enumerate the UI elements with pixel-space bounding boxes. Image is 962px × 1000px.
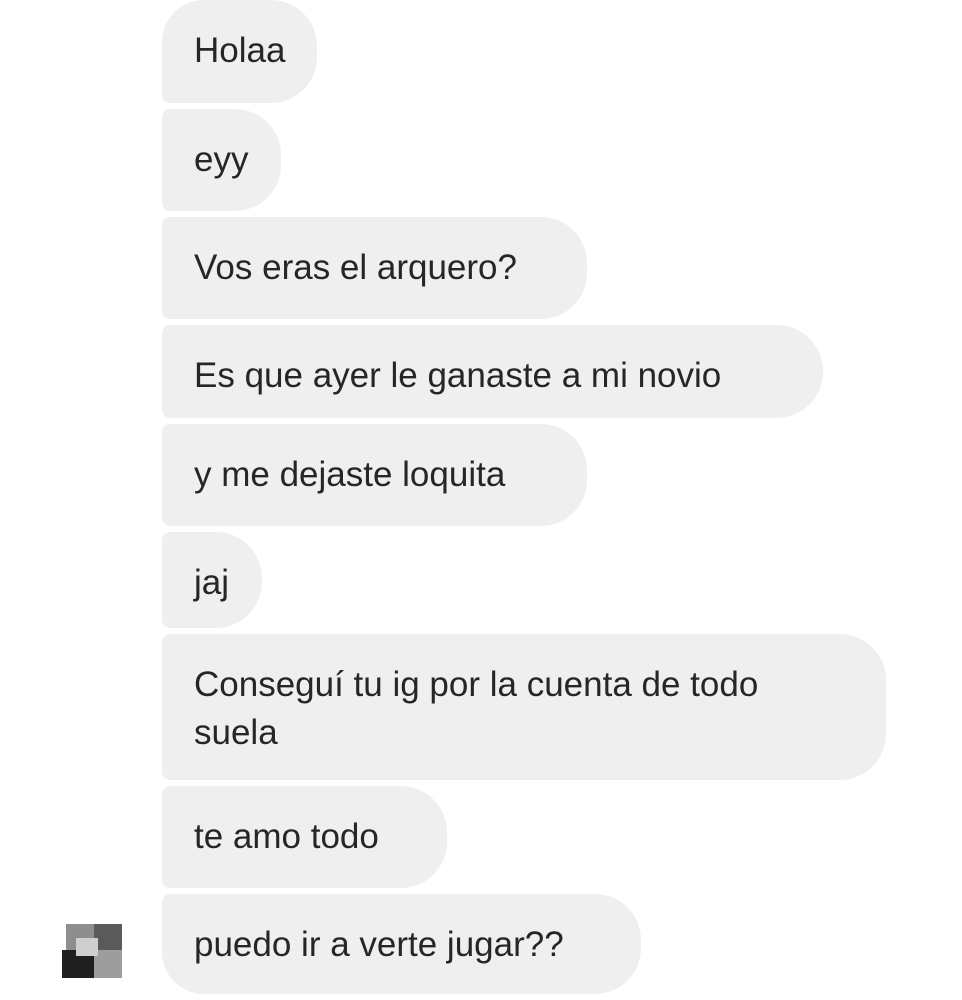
message-bubble[interactable]: y me dejaste loquita (162, 424, 587, 526)
message-bubble[interactable]: te amo todo (162, 786, 447, 888)
avatar-pixel (94, 924, 122, 950)
message-thread: Holaa eyy Vos eras el arquero? Es que ay… (0, 0, 962, 1000)
message-bubble[interactable]: Vos eras el arquero? (162, 217, 587, 319)
message-bubble[interactable]: jaj (162, 532, 262, 628)
message-bubble[interactable]: eyy (162, 109, 281, 211)
avatar-pixel (94, 950, 122, 978)
message-bubble[interactable]: Conseguí tu ig por la cuenta de todo sue… (162, 634, 886, 780)
message-bubble[interactable]: Es que ayer le ganaste a mi novio (162, 325, 823, 418)
avatar-pixel (76, 938, 98, 956)
avatar[interactable] (58, 918, 128, 984)
message-bubble[interactable]: puedo ir a verte jugar?? (162, 894, 641, 994)
message-bubble[interactable]: Holaa (162, 0, 317, 103)
